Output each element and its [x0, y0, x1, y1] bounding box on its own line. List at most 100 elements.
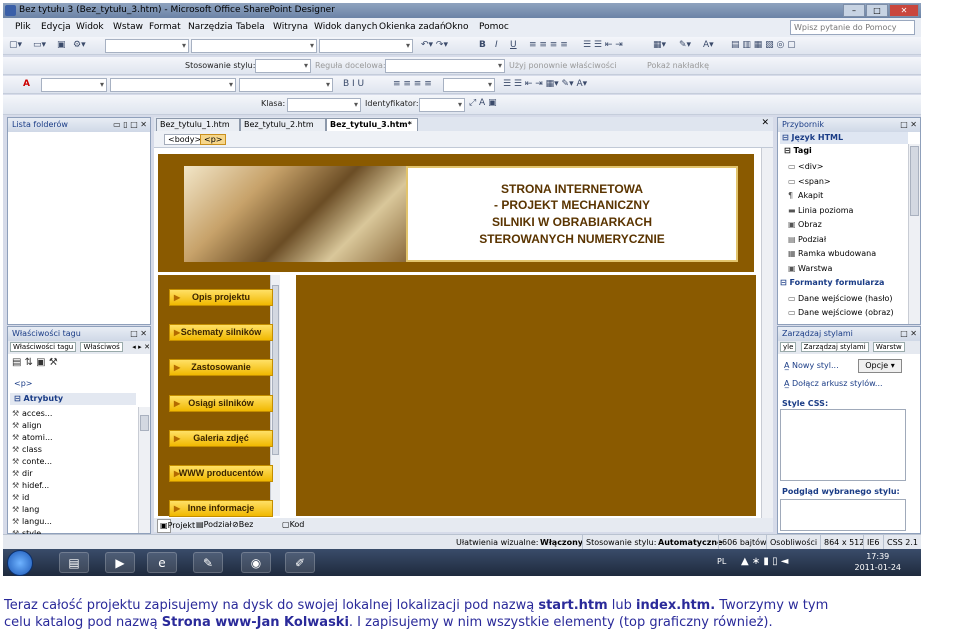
toolbox-form-item[interactable]: ▭ Dane wejściowe (obraz): [788, 306, 894, 319]
bold-button[interactable]: B: [479, 40, 486, 50]
view-tab-code[interactable]: ▢ Kod: [282, 518, 304, 532]
sharepoint-taskbar-icon[interactable]: ◉: [241, 552, 271, 573]
attach-stylesheet-link[interactable]: A̲ Dołącz arkusz stylów...: [784, 379, 883, 388]
tab-scroll-arrows[interactable]: ◂ ▸ ✕: [132, 341, 150, 354]
options-button[interactable]: Opcje ▾: [858, 359, 902, 373]
status-style-apply[interactable]: Automatyczne: [655, 535, 723, 550]
media-player-icon[interactable]: ▶: [105, 552, 135, 573]
format-style-combo[interactable]: [41, 78, 107, 92]
open-folder-icon[interactable]: ▭▾: [33, 40, 46, 50]
publish-icon[interactable]: ⚙▾: [73, 40, 86, 50]
font-combo[interactable]: [191, 39, 317, 53]
format-biu-icons[interactable]: B I U: [343, 79, 364, 89]
menu-witryna[interactable]: Witryna: [273, 22, 308, 32]
style-icon[interactable]: A: [23, 79, 30, 89]
layout-icons[interactable]: ▤ ▥ ▦ ▧ ◎ ▢: [731, 40, 796, 50]
undo-icon[interactable]: ↶▾ ↷▾: [421, 40, 448, 50]
tab-properties-2[interactable]: Właściwoś: [80, 342, 123, 352]
view-tab-design[interactable]: ▣ Projekt: [157, 519, 195, 533]
reuse-properties-button[interactable]: Użyj ponownie właściwości: [509, 61, 617, 70]
toolbox-tag-item[interactable]: ▣ Obraz: [788, 218, 822, 231]
style-combo[interactable]: [105, 39, 189, 53]
format-align-icons[interactable]: ≡ ≡ ≡ ≡: [393, 79, 432, 89]
toolbox-tag-item[interactable]: ▦ Ramka wbudowana: [788, 247, 876, 260]
toolbox-tag-item[interactable]: ▭ <div>: [788, 160, 823, 173]
save-icon[interactable]: ▣: [57, 40, 66, 50]
close-document-icon[interactable]: ✕: [761, 118, 769, 128]
tag-properties-toolbar[interactable]: ▤ ⇅ ▣ ⚒: [12, 357, 58, 368]
tab-manage-styles[interactable]: Zarządzaj stylami: [800, 342, 869, 352]
new-document-icon[interactable]: ▢▾: [9, 40, 22, 50]
format-font-combo[interactable]: [110, 78, 236, 92]
font-color-icon[interactable]: A▾: [703, 40, 714, 50]
tab-layers[interactable]: Warstw: [872, 342, 905, 352]
new-style-link[interactable]: A̲ Nowy styl...: [784, 361, 839, 370]
menu-okno[interactable]: Okno: [445, 22, 469, 32]
menu-widok[interactable]: Widok: [76, 22, 104, 32]
menu-plik[interactable]: Plik: [15, 22, 31, 32]
taskbar-app-icon[interactable]: ✎: [193, 552, 223, 573]
toolbox-tag-item[interactable]: ▭ <span>: [788, 175, 831, 188]
style-apply-combo[interactable]: [255, 59, 311, 73]
target-rule-combo[interactable]: [385, 59, 505, 73]
canvas-scrollbar[interactable]: [761, 148, 773, 518]
italic-button[interactable]: I: [495, 40, 498, 50]
menu-tabela[interactable]: Tabela: [236, 22, 265, 32]
toolbox-tag-item[interactable]: ▬ Linia pozioma: [788, 204, 853, 217]
tab-doc-1[interactable]: Bez_tytulu_1.htm: [156, 118, 240, 131]
paint-icon[interactable]: ✐: [285, 552, 315, 573]
quick-tag-p[interactable]: <p>: [200, 134, 227, 145]
underline-button[interactable]: U: [510, 40, 517, 50]
paragraph-combo[interactable]: [443, 78, 495, 92]
nav-button[interactable]: ▶ Zastosowanie: [169, 359, 273, 377]
design-canvas[interactable]: STRONA INTERNETOWA - PROJEKT MECHANICZNY…: [154, 148, 773, 518]
tab-doc-2[interactable]: Bez_tytulu_2.htm: [240, 118, 326, 131]
menu-edycja[interactable]: Edycja: [41, 22, 71, 32]
style-manager-panel-buttons[interactable]: □ ✕: [900, 327, 917, 341]
close-button[interactable]: ✕: [889, 4, 919, 17]
page-content-area[interactable]: [296, 275, 756, 516]
view-tab-split[interactable]: ▤ Podział: [196, 518, 232, 532]
tray-icons[interactable]: ▲ ∗ ▮ ▯ ◄: [741, 556, 788, 567]
status-resolution[interactable]: 864 x 512: [820, 535, 864, 550]
menu-narzedzia[interactable]: Narzędzia: [188, 22, 233, 32]
nav-button[interactable]: ▶ Galeria zdjęć: [169, 429, 273, 447]
format-size-combo[interactable]: [239, 78, 333, 92]
tab-styles[interactable]: yle: [780, 342, 797, 352]
status-visual-aids[interactable]: Włączony: [537, 535, 583, 550]
view-tab-noframes[interactable]: ⊘Bez ramek: [232, 518, 264, 543]
nav-button[interactable]: ▶ Inne informacje: [169, 500, 273, 518]
toolbox-form-item[interactable]: ▭ Dane wejściowe (hasło): [788, 292, 893, 305]
toolbox-section-tags[interactable]: ⊟ Tagi: [784, 146, 812, 155]
nav-button[interactable]: ▶ Schematy silników: [169, 324, 273, 342]
nav-button[interactable]: ▶ Opis projektu: [169, 289, 273, 306]
show-overlay-button[interactable]: Pokaż nakładkę: [647, 61, 709, 70]
menu-widok-danych[interactable]: Widok danych: [314, 22, 377, 32]
menu-wstaw[interactable]: Wstaw: [113, 22, 143, 32]
toolbox-tag-item[interactable]: ▤ Podział: [788, 233, 826, 246]
id-combo[interactable]: [419, 98, 465, 112]
highlight-icon[interactable]: ✎▾: [679, 40, 691, 50]
nav-button[interactable]: ▶ Osiągi silników: [169, 394, 273, 412]
toolbox-tag-item[interactable]: ▣ Warstwa: [788, 262, 832, 275]
maximize-button[interactable]: □: [866, 4, 888, 17]
menu-format[interactable]: Format: [149, 22, 181, 32]
toolbox-section-html[interactable]: ⊟ Język HTML: [780, 132, 908, 144]
attributes-scrollbar[interactable]: [138, 407, 150, 533]
help-search-input[interactable]: Wpisz pytanie do Pomocy: [790, 20, 915, 35]
align-icons[interactable]: ≡ ≡ ≡ ≡: [529, 40, 568, 50]
toolbox-scrollbar[interactable]: [908, 144, 920, 324]
tab-tag-properties[interactable]: Właściwości tagu: [10, 342, 77, 352]
tag-properties-panel-buttons[interactable]: □ ✕: [130, 327, 147, 341]
internet-explorer-icon[interactable]: e: [147, 552, 177, 573]
start-button[interactable]: [7, 550, 33, 576]
nav-button[interactable]: ▶ WWW producentów: [169, 465, 273, 482]
class-combo[interactable]: [287, 98, 361, 112]
menu-okienka-zadan[interactable]: Okienka zadań: [379, 22, 446, 32]
border-icon[interactable]: ▦▾: [653, 40, 666, 50]
minimize-button[interactable]: –: [843, 4, 865, 17]
toolbox-tag-item[interactable]: ¶ Akapit: [788, 189, 823, 202]
format-list-icons[interactable]: ☰ ☰ ⇤ ⇥ ▦▾ ✎▾ A▾: [503, 79, 587, 89]
list-icons[interactable]: ☰ ☰ ⇤ ⇥: [583, 40, 623, 50]
toolbox-section-forms[interactable]: ⊟ Formanty formularza: [780, 278, 884, 287]
